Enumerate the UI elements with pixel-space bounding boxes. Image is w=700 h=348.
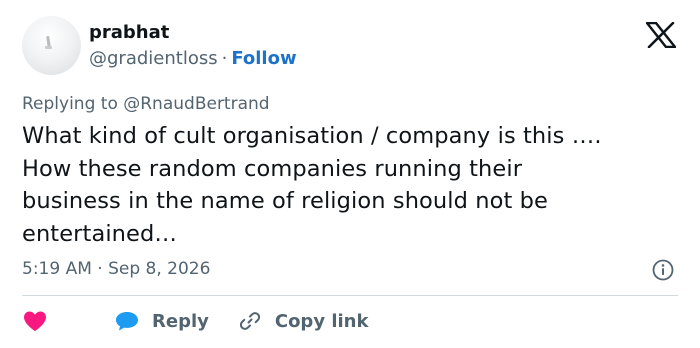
follow-button[interactable]: Follow [231,48,296,69]
tweet-timestamp[interactable]: 5:19 AM · Sep 8, 2026 [22,259,210,279]
replying-to-prefix: Replying to [22,94,118,114]
replying-to: Replying to @RnaudBertrand [22,94,270,114]
like-button[interactable] [22,310,48,332]
reply-label: Reply [152,310,209,332]
info-icon[interactable] [652,259,674,281]
display-name[interactable]: prabhat [89,22,169,43]
heart-icon [24,311,46,331]
speech-bubble-icon [116,312,138,331]
user-handle[interactable]: @gradientloss [89,48,218,69]
tweet-text: What kind of cult organisation / company… [22,123,602,247]
separator-dot: · [221,48,228,69]
avatar[interactable] [22,16,81,75]
copy-link-label: Copy link [274,310,369,332]
action-bar: Reply Copy link [22,308,368,334]
divider [22,295,678,296]
avatar-figure-base [45,46,52,49]
link-icon [239,312,260,330]
reply-button[interactable]: Reply [114,310,209,332]
x-logo-icon[interactable] [646,22,676,48]
handle-row: @gradientloss · Follow [89,48,297,69]
copy-link-button[interactable]: Copy link [239,310,369,332]
replying-to-handle[interactable]: @RnaudBertrand [123,94,269,114]
